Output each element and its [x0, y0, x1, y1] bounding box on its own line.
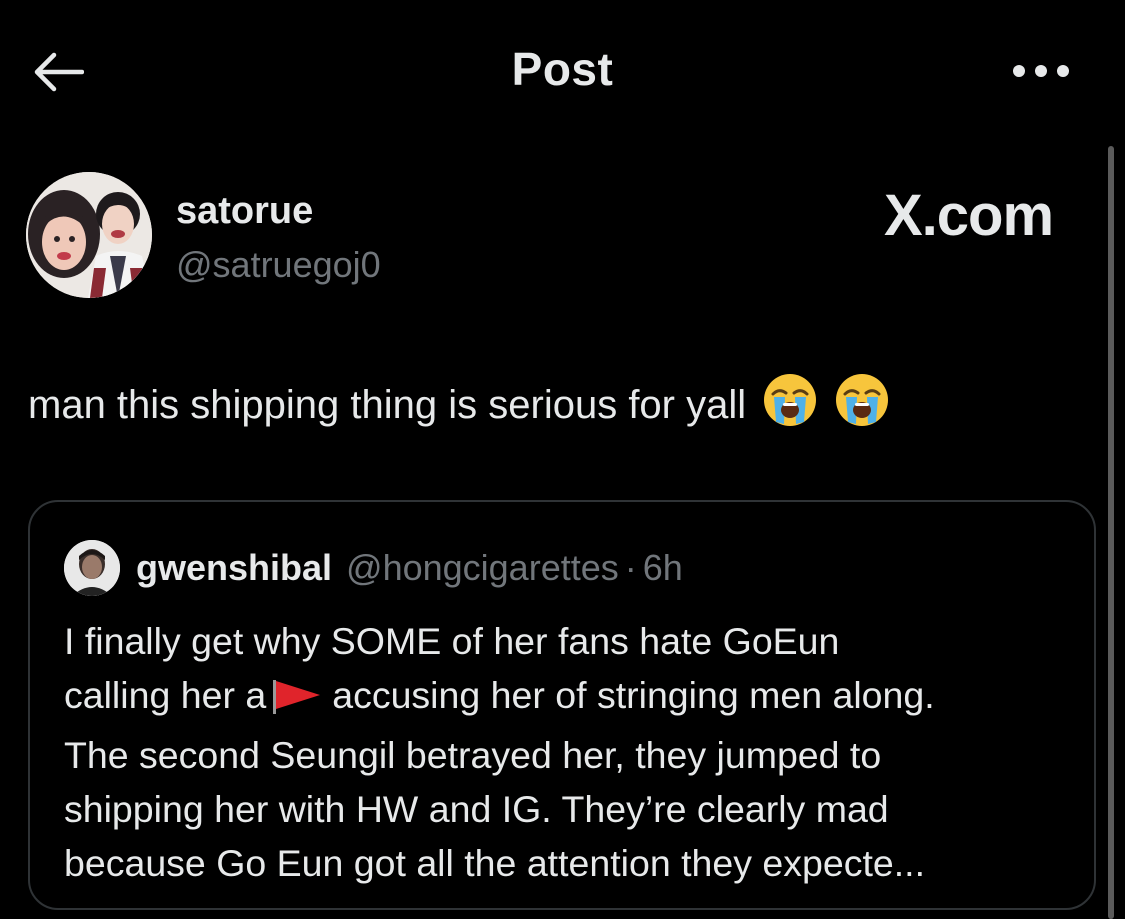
- more-horizontal-icon: [1013, 65, 1069, 77]
- quoted-text-segment: accusing her of stringing men along.: [332, 674, 935, 716]
- quoted-text-line: I finally get why SOME of her fans hate …: [64, 620, 840, 662]
- avatar-photo-icon: [64, 540, 120, 596]
- x-com-watermark: X.com: [884, 183, 1054, 248]
- quoted-post-text: I finally get why SOME of her fans hate …: [64, 614, 1074, 890]
- quoted-timestamp[interactable]: 6h: [643, 547, 683, 589]
- top-bar: Post: [0, 0, 1125, 140]
- quoted-text-line: because Go Eun got all the attention the…: [64, 842, 925, 884]
- quoted-post-card[interactable]: gwenshibal @hongcigarettes · 6h I finall…: [28, 500, 1096, 910]
- post-text-content: man this shipping thing is serious for y…: [28, 382, 747, 427]
- more-options-button[interactable]: [1008, 56, 1074, 86]
- scrollbar[interactable]: [1108, 146, 1114, 919]
- quoted-post-header: gwenshibal @hongcigarettes · 6h: [64, 540, 683, 596]
- author-handle[interactable]: @satruegoj0: [176, 244, 381, 286]
- avatar-photo-icon: [26, 172, 152, 298]
- post-author: satorue @satruegoj0 X.com: [26, 172, 1086, 302]
- loudly-crying-face-icon: [834, 372, 890, 438]
- red-flag-icon: [270, 674, 322, 728]
- author-avatar[interactable]: [26, 172, 152, 298]
- quoted-text-line: shipping her with HW and IG. They’re cle…: [64, 788, 889, 830]
- quoted-text-line: calling her a accusing her of stringing m…: [64, 668, 1074, 728]
- quoted-author-display-name[interactable]: gwenshibal: [136, 547, 332, 589]
- author-display-name[interactable]: satorue: [176, 190, 313, 233]
- page-title: Post: [511, 43, 614, 95]
- quoted-separator: ·: [624, 547, 637, 588]
- loudly-crying-face-icon: [762, 372, 818, 438]
- post-text: man this shipping thing is serious for y…: [28, 372, 890, 438]
- quoted-text-segment: calling her a: [64, 674, 267, 716]
- quoted-text-line: The second Seungil betrayed her, they ju…: [64, 734, 882, 776]
- quoted-author-handle[interactable]: @hongcigarettes: [346, 547, 619, 589]
- quoted-author-avatar[interactable]: [64, 540, 120, 596]
